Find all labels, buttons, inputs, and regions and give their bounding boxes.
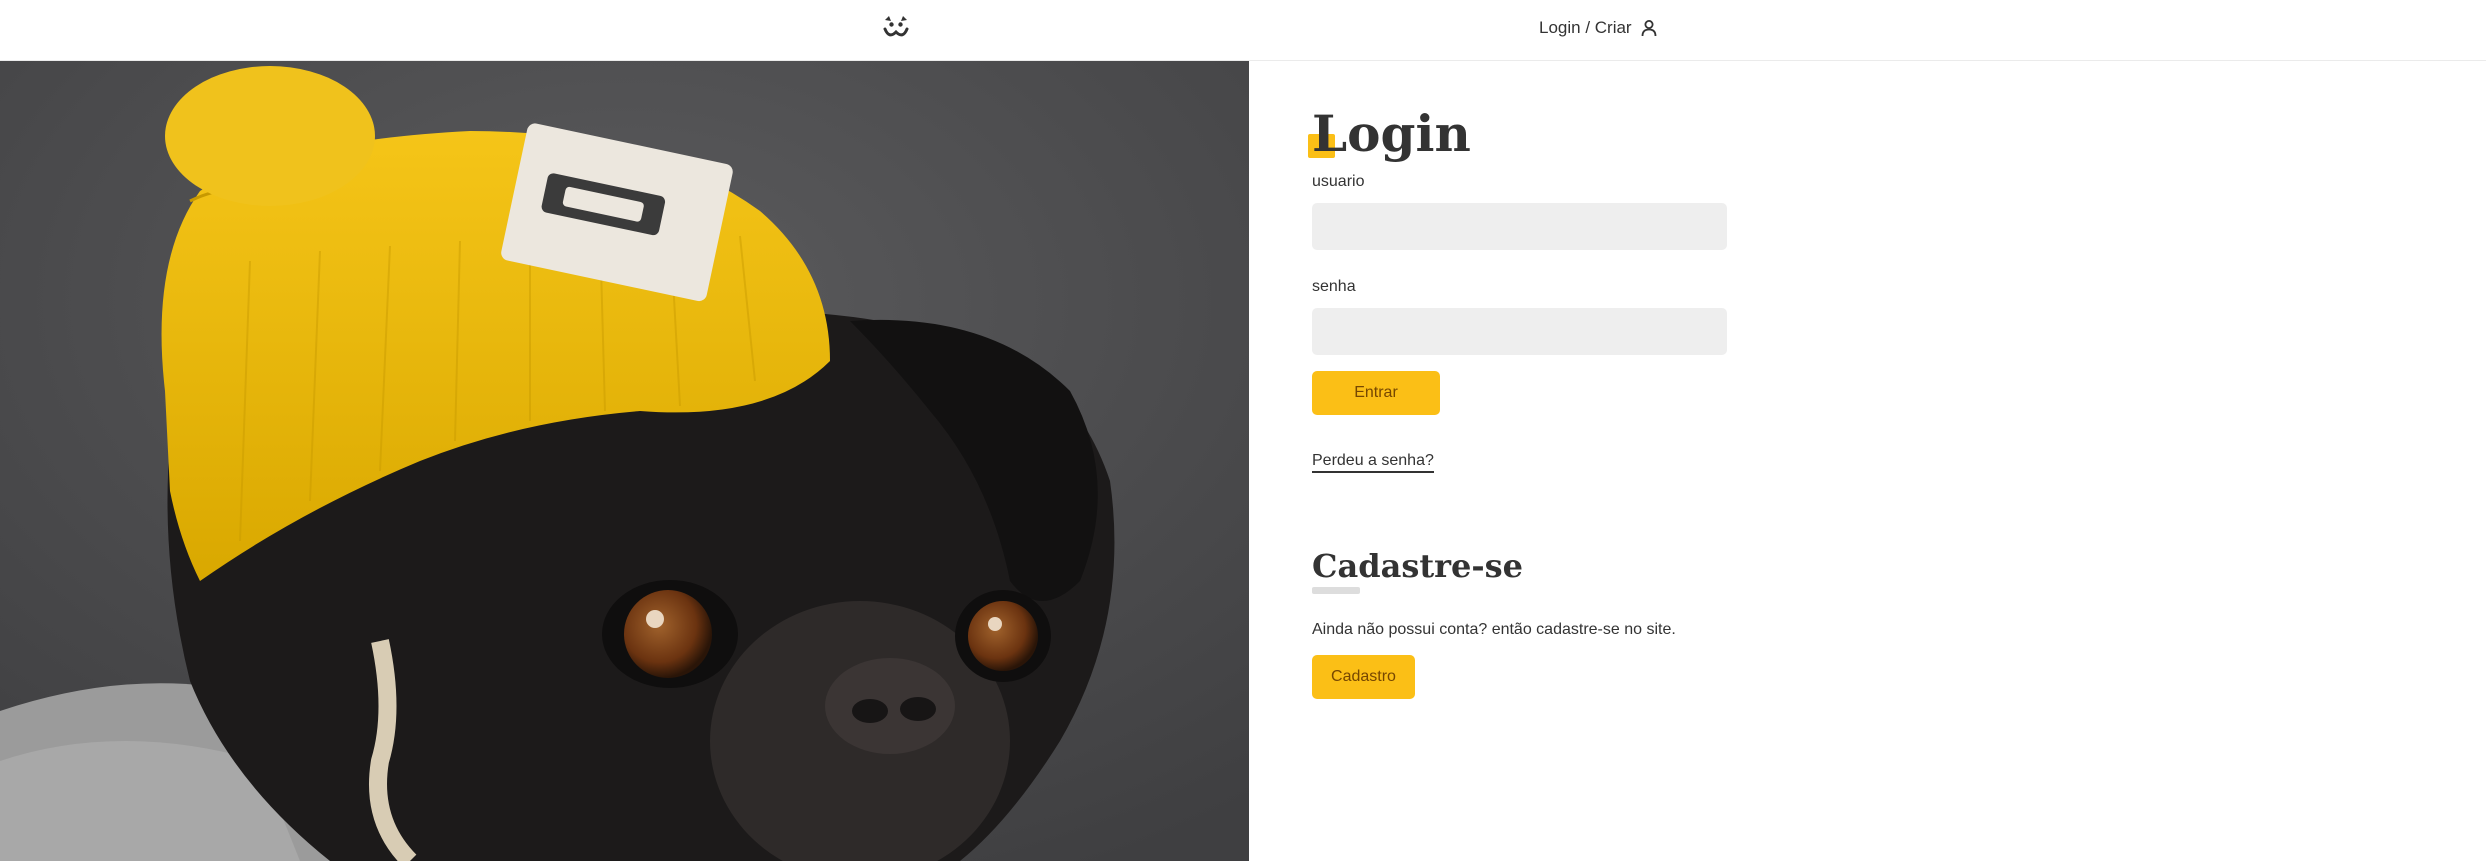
hero-dog-photo	[0, 61, 1249, 861]
login-title: Login	[1312, 104, 1471, 163]
dog-logo-icon[interactable]	[881, 14, 911, 44]
lost-password-link[interactable]: Perdeu a senha?	[1312, 452, 1434, 473]
top-header: Login / Criar	[0, 0, 2486, 61]
login-create-link[interactable]: Login / Criar	[1539, 18, 1658, 38]
signup-title: Cadastre-se	[1312, 547, 1523, 585]
enter-button[interactable]: Entrar	[1312, 371, 1440, 415]
username-input[interactable]	[1312, 203, 1727, 250]
signup-button[interactable]: Cadastro	[1312, 655, 1415, 699]
username-label: usuario	[1312, 173, 1365, 190]
login-create-label: Login / Criar	[1539, 18, 1632, 37]
login-form: usuario senha Entrar	[1312, 171, 2212, 415]
login-title-wrap: Login	[1308, 103, 2212, 165]
signup-title-underline	[1312, 587, 1360, 594]
password-input[interactable]	[1312, 308, 1727, 355]
signup-description: Ainda não possui conta? então cadastre-s…	[1312, 621, 1676, 638]
password-label: senha	[1312, 278, 1356, 295]
login-section: Login usuario senha Entrar Perdeu a senh…	[1308, 61, 2212, 699]
user-icon	[1641, 20, 1657, 37]
